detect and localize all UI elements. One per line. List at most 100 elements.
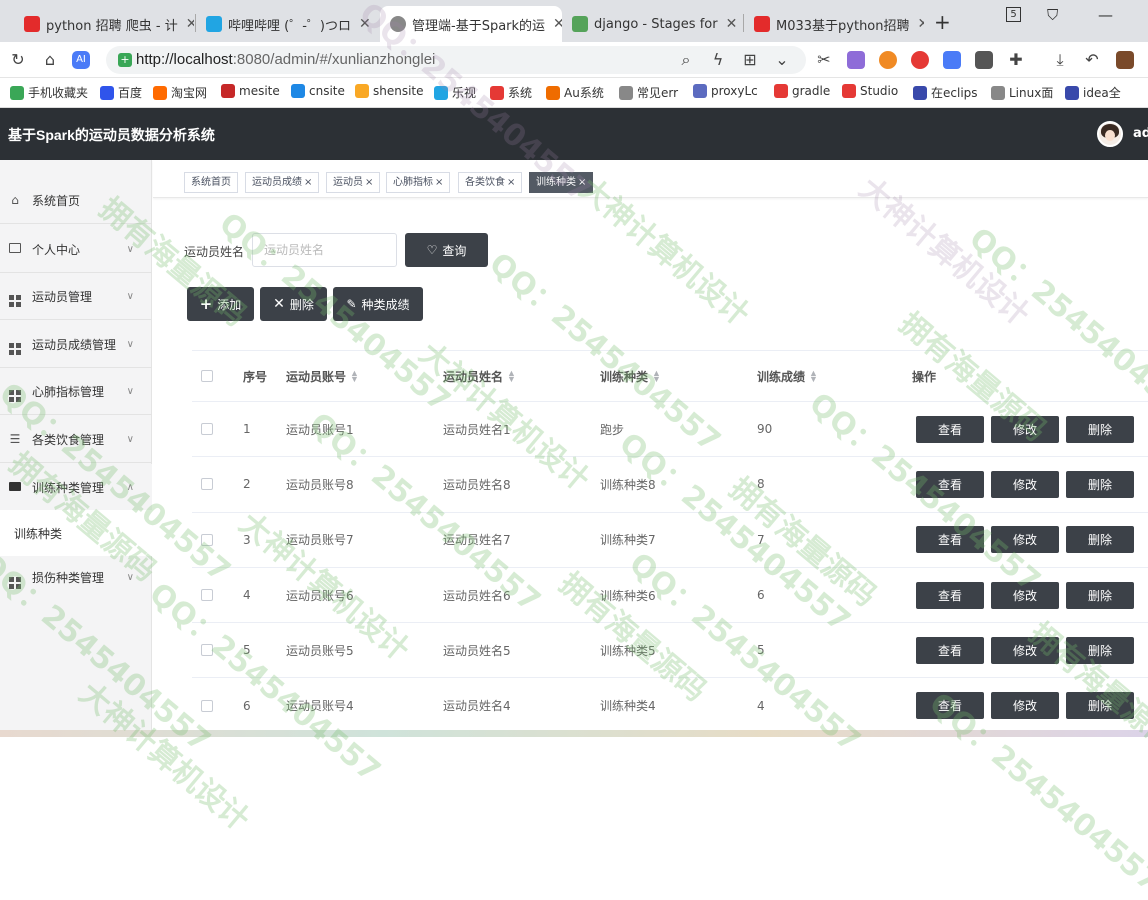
view-button[interactable]: 查看 [916, 636, 984, 664]
delete-button[interactable]: ✕ 删除 [260, 287, 327, 321]
bookmark-item[interactable]: 系统 [490, 84, 532, 101]
close-icon[interactable]: × [304, 177, 312, 188]
bookmark-item[interactable]: 常见err [619, 84, 678, 101]
game-icon[interactable] [879, 51, 897, 69]
bookmark-item[interactable]: proxyLc [693, 84, 758, 98]
tab-close-icon[interactable]: ✕ [178, 16, 194, 32]
sidebar-item-cardio[interactable]: 心肺指标管理 ∨ [0, 368, 152, 415]
row-delete-button[interactable]: 删除 [1066, 415, 1134, 443]
bookmark-item[interactable]: Linux面 [991, 84, 1053, 101]
sidebar-item-training[interactable]: 训练种类管理 ∧ [0, 464, 152, 511]
row-delete-button[interactable]: 删除 [1066, 636, 1134, 664]
edit-button[interactable]: 修改 [991, 526, 1059, 554]
sidebar-item-injury[interactable]: 损伤种类管理 ∨ [0, 554, 152, 601]
tab-close-icon[interactable]: ✕ [718, 16, 738, 32]
type-score-button[interactable]: ✎ 种类成绩 [333, 287, 423, 321]
bookmark-item[interactable]: 百度 [100, 84, 142, 101]
col-header-score[interactable]: 训练成绩 ▲ ▼ [757, 351, 818, 401]
browser-tab[interactable]: django - Stages for ✕ [562, 6, 742, 42]
row-delete-button[interactable]: 删除 [1066, 470, 1134, 498]
grid-menu-icon[interactable]: ⊞ [740, 50, 760, 70]
tag-cardio[interactable]: 心肺指标 × [386, 172, 451, 193]
minimize-icon[interactable]: — [1098, 6, 1113, 24]
user-name[interactable]: ad [1133, 126, 1148, 141]
tag-home[interactable]: 系统首页 [184, 172, 238, 193]
lightning-icon[interactable]: ϟ [708, 50, 728, 70]
sidebar-item-home[interactable]: ⌂ 系统首页 [0, 177, 152, 224]
close-icon[interactable]: × [578, 177, 586, 188]
row-delete-button[interactable]: 删除 [1066, 692, 1134, 720]
url-field[interactable]: + http://localhost:8080/admin/#/xunlianz… [106, 46, 806, 74]
bookmark-item[interactable]: mesite [221, 84, 280, 98]
close-icon[interactable]: × [435, 177, 443, 188]
mail-icon[interactable] [943, 51, 961, 69]
bookmark-item[interactable]: 手机收藏夹 [10, 84, 88, 101]
row-checkbox[interactable] [201, 679, 213, 733]
row-checkbox[interactable] [201, 623, 213, 677]
view-button[interactable]: 查看 [916, 415, 984, 443]
chevron-down-icon[interactable]: ⌄ [772, 50, 792, 70]
tag-training-active[interactable]: 训练种类 × [529, 172, 594, 193]
undo-icon[interactable]: ↶ [1082, 50, 1102, 70]
bookmark-item[interactable]: Au系统 [546, 84, 604, 101]
puzzle-icon[interactable]: ✚ [1006, 50, 1026, 70]
sort-icon[interactable]: ▲ ▼ [350, 369, 359, 384]
search-button[interactable]: ♡ 查询 [405, 233, 488, 267]
sort-icon[interactable]: ▲ ▼ [507, 369, 516, 384]
close-icon[interactable]: × [365, 177, 373, 188]
view-button[interactable]: 查看 [916, 470, 984, 498]
edit-button[interactable]: 修改 [991, 581, 1059, 609]
new-tab-plus-icon[interactable]: + [934, 10, 951, 34]
reload-icon[interactable]: ↻ [8, 50, 28, 70]
tag-scores[interactable]: 运动员成绩 × [245, 172, 320, 193]
row-checkbox[interactable] [201, 457, 213, 511]
sidebar-item-scores[interactable]: 运动员成绩管理 ∨ [0, 321, 152, 368]
sort-icon[interactable]: ▲ ▼ [809, 369, 818, 384]
bookmark-item[interactable]: gradle [774, 84, 830, 98]
tag-athletes[interactable]: 运动员 × [326, 172, 381, 193]
download-icon[interactable]: ⤓ [1050, 50, 1070, 70]
col-header-name[interactable]: 运动员姓名 ▲ ▼ [443, 351, 516, 401]
athlete-name-search-input[interactable] [252, 233, 397, 267]
tab-close-icon[interactable]: ✕ [351, 16, 371, 32]
sidebar-item-diet[interactable]: ☰ 各类饮食管理 ∨ [0, 416, 152, 463]
view-button[interactable]: 查看 [916, 581, 984, 609]
sidebar-item-athletes[interactable]: 运动员管理 ∨ [0, 273, 152, 320]
view-button[interactable]: 查看 [916, 692, 984, 720]
tab-count-badge[interactable]: 5 [1006, 7, 1021, 22]
bookmark-item[interactable]: 乐视 [434, 84, 476, 101]
row-checkbox[interactable] [201, 513, 213, 567]
sidebar-item-profile[interactable]: 个人中心 ∨ [0, 226, 152, 273]
browser-tab[interactable]: M033基于python招聘 ✕ [744, 6, 924, 42]
row-checkbox[interactable] [201, 568, 213, 622]
row-delete-button[interactable]: 删除 [1066, 526, 1134, 554]
bookmark-item[interactable]: cnsite [291, 84, 345, 98]
edit-button[interactable]: 修改 [991, 692, 1059, 720]
tab-close-icon[interactable]: ✕ [545, 16, 562, 32]
weibo-icon[interactable] [911, 51, 929, 69]
browser-tab[interactable]: python 招聘 爬虫 - 计 ✕ [14, 6, 194, 42]
bookmark-item[interactable]: 淘宝网 [153, 84, 207, 101]
bookmark-item[interactable]: shensite [355, 84, 424, 98]
edit-button[interactable]: 修改 [991, 636, 1059, 664]
edit-button[interactable]: 修改 [991, 415, 1059, 443]
home-icon[interactable]: ⌂ [40, 50, 60, 70]
tag-diet[interactable]: 各类饮食 × [458, 172, 523, 193]
extension-box-icon[interactable] [975, 51, 993, 69]
col-header-account[interactable]: 运动员账号 ▲ ▼ [286, 351, 359, 401]
bag-icon[interactable] [1116, 51, 1134, 69]
bookmark-item[interactable]: 在eclips [913, 84, 978, 101]
browser-logo-icon[interactable]: AI [72, 51, 90, 69]
close-icon[interactable]: × [507, 177, 515, 188]
row-checkbox[interactable] [201, 402, 213, 456]
sort-icon[interactable]: ▲ ▼ [652, 369, 661, 384]
search-icon[interactable]: ⌕ [676, 50, 696, 70]
select-all-checkbox[interactable] [201, 351, 213, 401]
bookmark-item[interactable]: idea全 [1065, 84, 1121, 101]
edit-button[interactable]: 修改 [991, 470, 1059, 498]
row-delete-button[interactable]: 删除 [1066, 581, 1134, 609]
bookmark-item[interactable]: Studio [842, 84, 898, 98]
browser-tab[interactable]: 哔哩哔哩 (゜-゜)つロ ✕ [196, 6, 380, 42]
sidebar-subitem-training-type[interactable]: 训练种类 [0, 510, 152, 556]
tab-close-icon[interactable]: ✕ [910, 16, 924, 32]
